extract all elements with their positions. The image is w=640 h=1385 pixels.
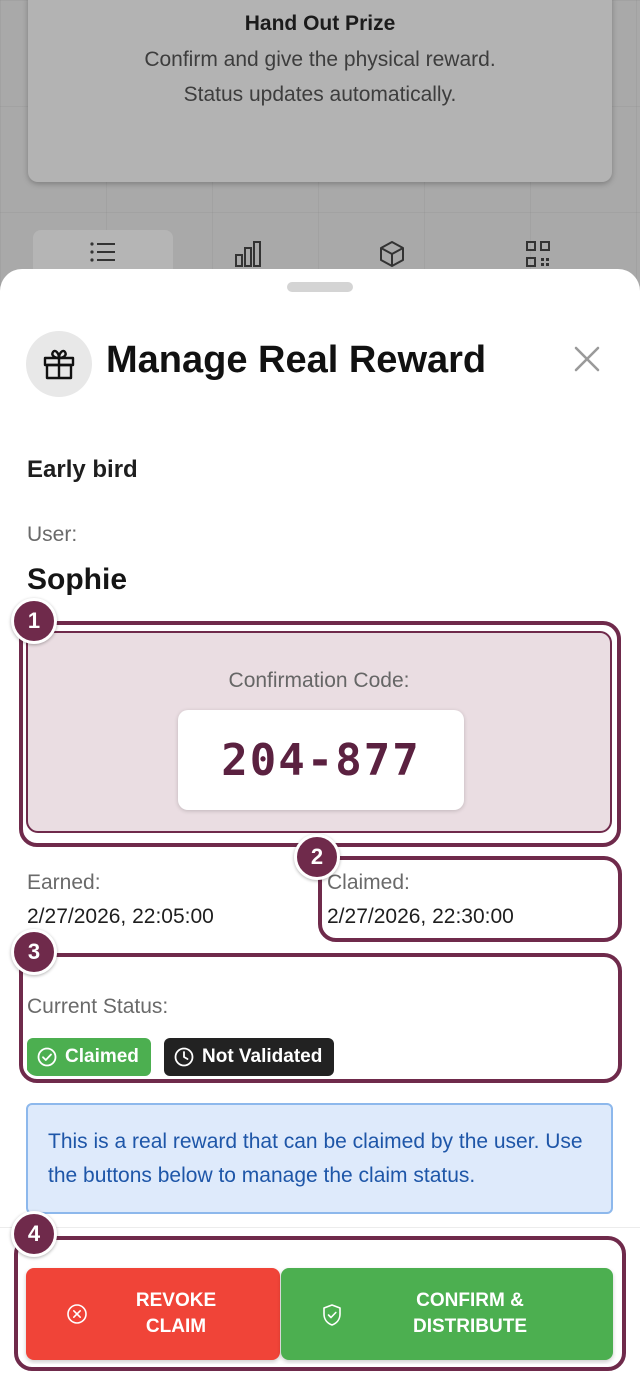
qr-code-icon <box>526 241 550 267</box>
claimed-badge-text: Claimed <box>65 1046 139 1067</box>
sheet-title: Manage Real Reward <box>106 339 487 381</box>
user-name: Sophie <box>27 563 128 596</box>
card-subtitle: Confirm and give the physical reward. St… <box>28 42 612 112</box>
hand-out-prize-card: Hand Out Prize Confirm and give the phys… <box>28 0 612 182</box>
user-label: User: <box>27 523 78 546</box>
close-button[interactable] <box>570 342 604 376</box>
footer-divider <box>0 1227 640 1228</box>
confirm-label-line1: CONFIRM & <box>416 1290 524 1311</box>
tutorial-marker-2: 2 <box>294 834 340 880</box>
shield-check-icon <box>323 1304 341 1326</box>
background-page: Hand Out Prize Confirm and give the phys… <box>0 0 640 300</box>
drag-handle[interactable] <box>287 282 353 292</box>
claimed-label: Claimed: <box>327 871 410 894</box>
revoke-label-line2: CLAIM <box>145 1316 207 1337</box>
list-icon <box>90 242 115 262</box>
claimed-status-badge: Claimed <box>27 1038 151 1076</box>
claimed-value: 2/27/2026, 22:30:00 <box>327 905 514 928</box>
bar-chart-icon <box>235 241 261 267</box>
confirmation-code-label: Confirmation Code: <box>228 669 410 692</box>
header-icon-container <box>26 331 92 397</box>
reward-name: Early bird <box>27 456 138 483</box>
clock-icon <box>174 1047 194 1067</box>
validation-status-badge: Not Validated <box>164 1038 335 1076</box>
earned-value: 2/27/2026, 22:05:00 <box>27 905 214 928</box>
manage-reward-sheet: Manage Real Reward Early bird User: Soph… <box>0 269 640 1385</box>
confirmation-code: 204-877 <box>178 710 464 810</box>
earned-label: Earned: <box>27 871 101 894</box>
revoke-claim-button[interactable]: REVOKE CLAIM <box>26 1268 280 1360</box>
check-circle-icon <box>37 1047 57 1067</box>
x-circle-icon <box>67 1304 87 1324</box>
confirm-label-line2: DISTRIBUTE <box>413 1316 527 1337</box>
close-icon <box>574 346 600 372</box>
revoke-claim-label: REVOKE CLAIM <box>26 1288 280 1340</box>
validation-badge-text: Not Validated <box>202 1046 323 1067</box>
confirmation-code-box: Confirmation Code: 204-877 <box>26 631 612 833</box>
revoke-label-line1: REVOKE <box>135 1290 217 1311</box>
tutorial-marker-3: 3 <box>11 929 57 975</box>
card-title: Hand Out Prize <box>244 12 396 35</box>
tutorial-marker-4: 4 <box>11 1211 57 1257</box>
status-label: Current Status: <box>27 995 169 1018</box>
info-alert: This is a real reward that can be claime… <box>26 1103 613 1214</box>
gift-icon <box>43 349 75 380</box>
box-icon <box>380 241 404 267</box>
card-subtitle-line1: Confirm and give the physical reward. <box>144 48 496 71</box>
card-subtitle-line2: Status updates automatically. <box>183 83 457 106</box>
confirm-distribute-button[interactable]: CONFIRM & DISTRIBUTE <box>281 1268 613 1360</box>
tutorial-marker-1: 1 <box>11 598 57 644</box>
